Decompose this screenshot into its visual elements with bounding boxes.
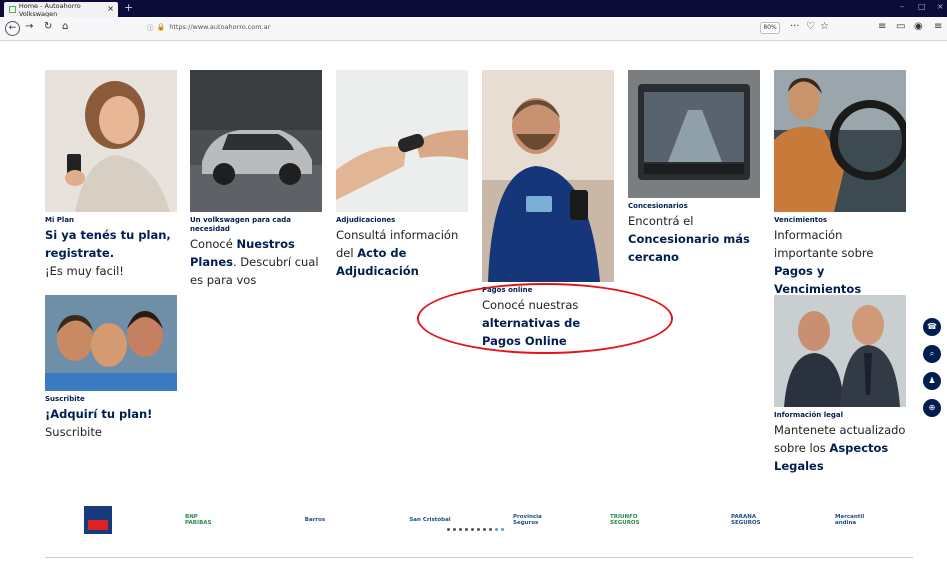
car-keys-image xyxy=(336,70,468,212)
partner-logo-barros[interactable]: Barros xyxy=(295,505,335,535)
url-bar[interactable]: ⓘ 🔒 https://www.autoahorro.com.ar xyxy=(147,22,270,32)
card-text: Mantenete actualizado sobre los Aspectos… xyxy=(774,423,906,473)
card-label: Información legal xyxy=(774,411,843,419)
family-image xyxy=(45,295,177,391)
zoom-level[interactable]: 80% xyxy=(760,22,780,34)
close-icon[interactable]: × xyxy=(107,4,114,13)
woman-driving-image xyxy=(774,70,906,212)
maximize-icon[interactable]: □ xyxy=(918,2,926,11)
card-suscribite[interactable]: Suscribite ¡Adquirí tu plan! Suscribite xyxy=(45,295,177,441)
lock-icon: 🔒 xyxy=(156,23,166,31)
card-text: Consultá información del Acto de Adjudic… xyxy=(336,228,459,278)
floating-toolbar: ☎ ⌕ ♟ ⊕ xyxy=(923,318,941,426)
partner-logo-parana[interactable]: PARANA SEGUROS xyxy=(731,505,771,535)
footer-divider xyxy=(45,557,913,558)
search-icon[interactable]: ⌕ xyxy=(923,345,941,363)
car-image xyxy=(190,70,322,212)
pocket-icon[interactable]: ♡ xyxy=(806,21,815,32)
carousel-dot[interactable] xyxy=(489,528,492,531)
card-label: Un volkswagen para cada necesidad xyxy=(190,216,292,233)
favicon-icon xyxy=(9,6,16,13)
card-label: Concesionarios xyxy=(628,202,688,210)
partner-logo-triunfo[interactable]: TRIUNFO SEGUROS xyxy=(610,505,666,535)
card-concesionarios[interactable]: Concesionarios Encontrá el Concesionario… xyxy=(628,70,760,266)
partner-logo-bnp[interactable]: BNP PARIBAS xyxy=(185,505,225,535)
tab-title: Home - Autoahorro Volkswagen xyxy=(18,1,81,18)
bookmark-star-icon[interactable]: ☆ xyxy=(820,21,829,32)
carousel-dot[interactable] xyxy=(465,528,468,531)
carousel-dot[interactable] xyxy=(459,528,462,531)
card-text: ¡Adquirí tu plan! Suscribite xyxy=(45,407,153,439)
carousel-dot-active[interactable] xyxy=(495,528,498,531)
sidebar-icon[interactable]: ▭ xyxy=(896,21,905,32)
card-adjudicaciones[interactable]: Adjudicaciones Consultá información del … xyxy=(336,70,468,280)
card-text: Conocé nuestras alternativas de Pagos On… xyxy=(482,298,581,348)
browser-nav-bar: ← → ↻ ⌂ ⓘ 🔒 https://www.autoahorro.com.a… xyxy=(0,17,947,41)
new-tab-button[interactable]: + xyxy=(124,1,133,14)
carousel-dot-active[interactable] xyxy=(501,528,504,531)
card-label: Suscribite xyxy=(45,395,85,403)
partner-logo-caja[interactable] xyxy=(83,505,113,535)
car-dashboard-image xyxy=(628,70,760,198)
card-informacion-legal[interactable]: Información legal Mantenete actualizado … xyxy=(774,295,906,475)
card-text: Encontrá el Concesionario más cercano xyxy=(628,214,750,264)
menu-icon[interactable]: ≡ xyxy=(934,21,942,32)
carousel-dots xyxy=(447,528,504,531)
card-label: Pagos online xyxy=(482,286,533,294)
card-pagos-online[interactable]: Pagos online Conocé nuestras alternativa… xyxy=(482,70,614,350)
card-text: Información importante sobre Pagos y Ven… xyxy=(774,228,874,296)
home-icon[interactable]: ⌂ xyxy=(62,21,68,32)
businessmen-image xyxy=(774,295,906,407)
card-label: Adjudicaciones xyxy=(336,216,396,224)
window-close-icon[interactable]: × xyxy=(937,2,944,11)
back-icon[interactable]: ← xyxy=(5,21,20,36)
carousel-dot[interactable] xyxy=(447,528,450,531)
user-icon[interactable]: ♟ xyxy=(923,372,941,390)
forward-icon[interactable]: → xyxy=(25,21,33,32)
card-vencimientos[interactable]: Vencimientos Información importante sobr… xyxy=(774,70,906,298)
reload-icon[interactable]: ↻ xyxy=(44,21,52,32)
man-phone-image xyxy=(482,70,614,282)
account-icon[interactable]: ◉ xyxy=(914,21,923,32)
carousel-dot[interactable] xyxy=(453,528,456,531)
info-icon: ⓘ xyxy=(147,24,154,32)
carousel-dot[interactable] xyxy=(483,528,486,531)
browser-tab-bar: Home - Autoahorro Volkswagen × + – □ × xyxy=(0,0,947,18)
carousel-dot[interactable] xyxy=(477,528,480,531)
card-label: Vencimientos xyxy=(774,216,828,224)
woman-phone-image xyxy=(45,70,177,212)
phone-icon[interactable]: ☎ xyxy=(923,318,941,336)
url-text: https://www.autoahorro.com.ar xyxy=(169,23,271,31)
library-icon[interactable]: ≡ xyxy=(878,21,886,32)
more-icon[interactable]: ··· xyxy=(790,21,800,32)
card-text: Conocé Nuestros Planes. Descubrí cual es… xyxy=(190,237,319,287)
partner-logo-provincia[interactable]: Provincia Seguros xyxy=(513,505,553,535)
carousel-dot[interactable] xyxy=(471,528,474,531)
cart-icon[interactable]: ⊕ xyxy=(923,399,941,417)
partner-logo-mercantil[interactable]: Mercantil andina xyxy=(835,505,881,535)
browser-tab[interactable]: Home - Autoahorro Volkswagen × xyxy=(4,1,118,18)
card-planes[interactable]: Un volkswagen para cada necesidad Conocé… xyxy=(190,70,322,289)
card-text: Si ya tenés tu plan, registrate. ¡Es muy … xyxy=(45,228,171,278)
minimize-icon[interactable]: – xyxy=(900,2,904,11)
card-mi-plan[interactable]: Mi Plan Si ya tenés tu plan, registrate.… xyxy=(45,70,177,280)
card-label: Mi Plan xyxy=(45,216,75,224)
